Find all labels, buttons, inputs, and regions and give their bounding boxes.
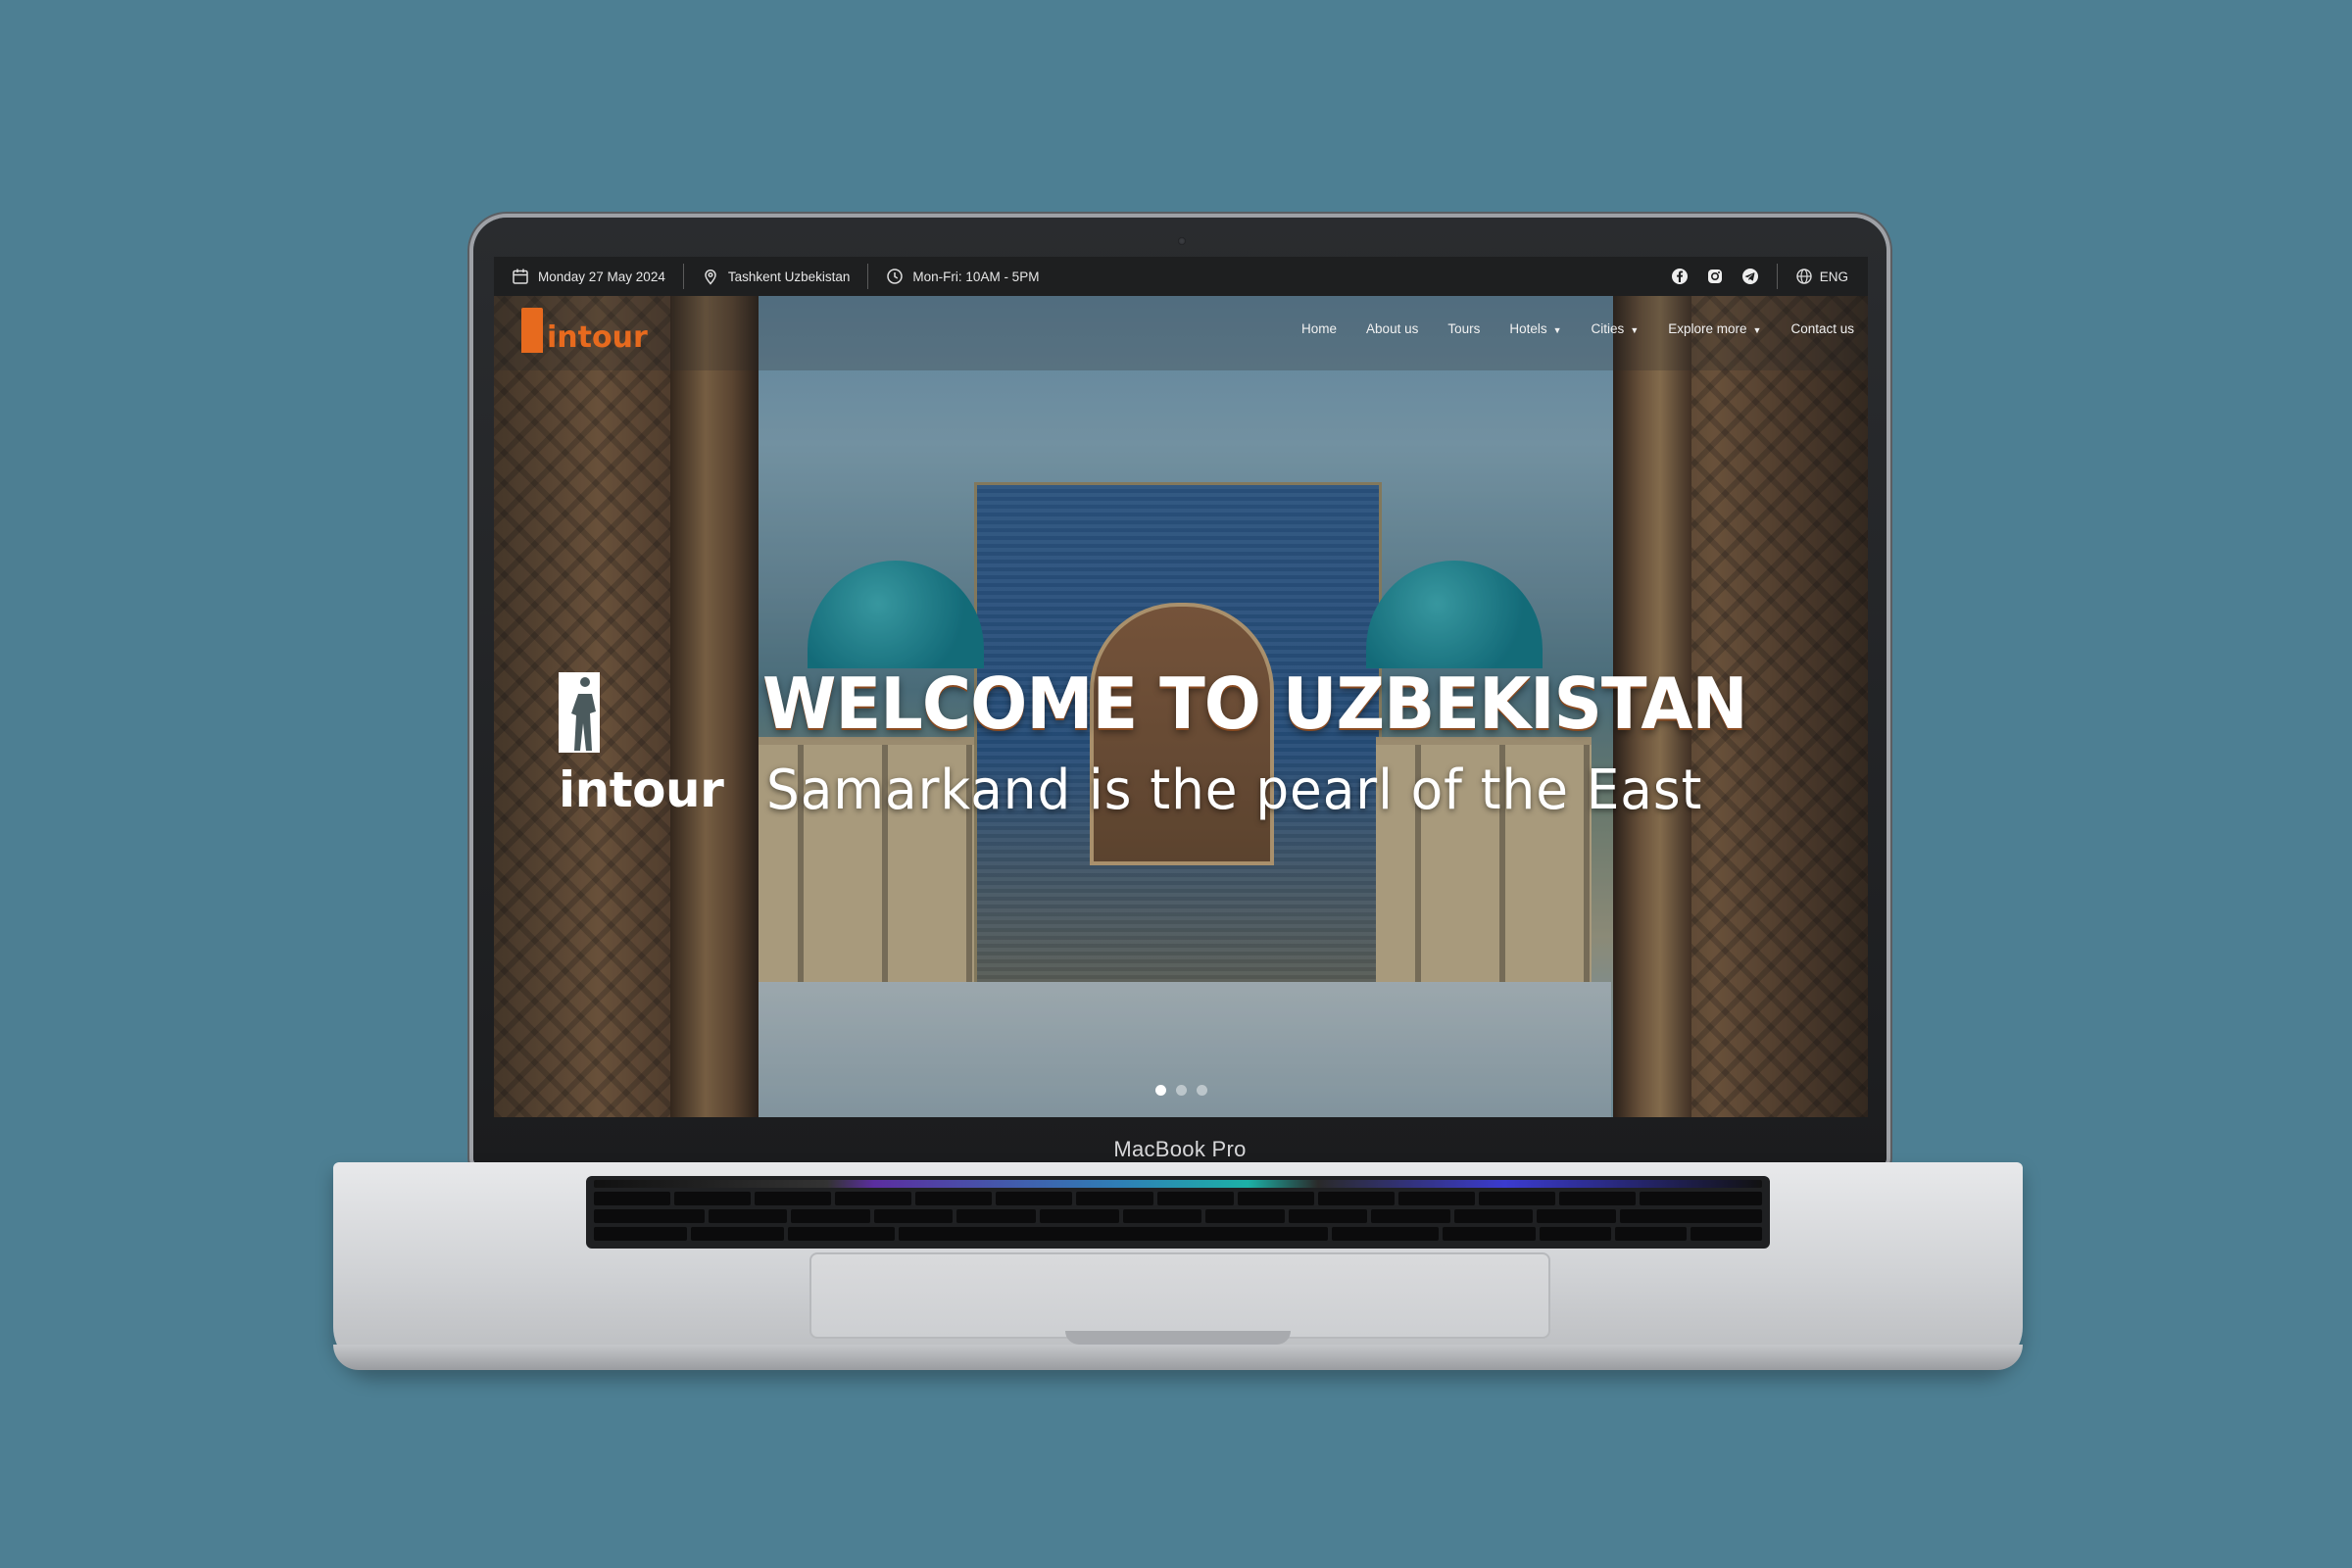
touch-bar (594, 1180, 1762, 1188)
instagram-icon[interactable] (1706, 268, 1724, 285)
trackpad (809, 1252, 1550, 1339)
date-text: Monday 27 May 2024 (538, 269, 665, 284)
top-info-bar: Monday 27 May 2024 Tashkent Uzbekistan M… (494, 257, 1868, 296)
chevron-down-icon: ▼ (1630, 325, 1640, 335)
logo-text: intour (547, 320, 648, 355)
hero-slider: intour Home About us Tours Hotels ▼ Citie… (494, 296, 1868, 1117)
globe-icon (1796, 269, 1812, 284)
topbar-right: ENG (1671, 264, 1868, 289)
laptop-base-lip (333, 1345, 2023, 1370)
nav-item-explore-more[interactable]: Explore more ▼ (1668, 321, 1761, 336)
nav-item-contact-us[interactable]: Contact us (1790, 321, 1854, 336)
language-label: ENG (1819, 269, 1848, 284)
slider-dot[interactable] (1196, 1085, 1207, 1096)
laptop-base (333, 1162, 2023, 1370)
nav-menu: Home About us Tours Hotels ▼ Cities ▼ Expl… (1301, 321, 1854, 336)
location-pin-icon (705, 270, 716, 285)
device-label: MacBook Pro (1113, 1137, 1247, 1161)
camera (1178, 237, 1186, 245)
hero-title: WELCOME TO UZBEKISTAN (762, 662, 1748, 745)
language-selector[interactable]: ENG (1795, 268, 1848, 285)
logo-mark-icon (521, 308, 543, 353)
chevron-down-icon: ▼ (1552, 325, 1562, 335)
nav-item-cities[interactable]: Cities ▼ (1592, 321, 1640, 336)
nav-item-tours[interactable]: Tours (1447, 321, 1480, 336)
date-info: Monday 27 May 2024 (494, 257, 683, 296)
hours-text: Mon-Fri: 10AM - 5PM (912, 269, 1040, 284)
clock-icon (887, 269, 904, 284)
keyboard (586, 1176, 1770, 1249)
nav-item-about-us[interactable]: About us (1366, 321, 1418, 336)
hours-info: Mon-Fri: 10AM - 5PM (868, 257, 1056, 296)
slider-pagination (494, 1085, 1868, 1096)
hero-brand-logo: intour (559, 672, 745, 818)
slider-dot[interactable] (1175, 1085, 1187, 1096)
calendar-icon (513, 269, 528, 284)
location-info: Tashkent Uzbekistan (684, 257, 868, 296)
nav-item-hotels-label: Hotels (1509, 321, 1547, 336)
chevron-down-icon: ▼ (1752, 325, 1762, 335)
website-screen: Monday 27 May 2024 Tashkent Uzbekistan M… (494, 257, 1868, 1117)
nav-item-hotels[interactable]: Hotels ▼ (1509, 321, 1561, 336)
nav-item-cities-label: Cities (1591, 321, 1625, 336)
facebook-icon[interactable] (1671, 268, 1689, 285)
lid-notch (1065, 1331, 1291, 1345)
divider (1776, 264, 1778, 289)
slider-dot[interactable] (1154, 1085, 1166, 1096)
nav-item-home[interactable]: Home (1301, 321, 1337, 336)
hero-subtitle: Samarkand is the pearl of the East (766, 759, 1703, 822)
location-text: Tashkent Uzbekistan (727, 269, 851, 284)
traveler-logo-icon (559, 672, 600, 753)
main-navbar: intour Home About us Tours Hotels ▼ Citie… (494, 296, 1868, 370)
hero-brand-word: intour (559, 761, 724, 818)
site-logo[interactable]: intour (521, 308, 648, 353)
nav-item-explore-more-label: Explore more (1668, 321, 1747, 336)
telegram-icon[interactable] (1741, 268, 1759, 285)
